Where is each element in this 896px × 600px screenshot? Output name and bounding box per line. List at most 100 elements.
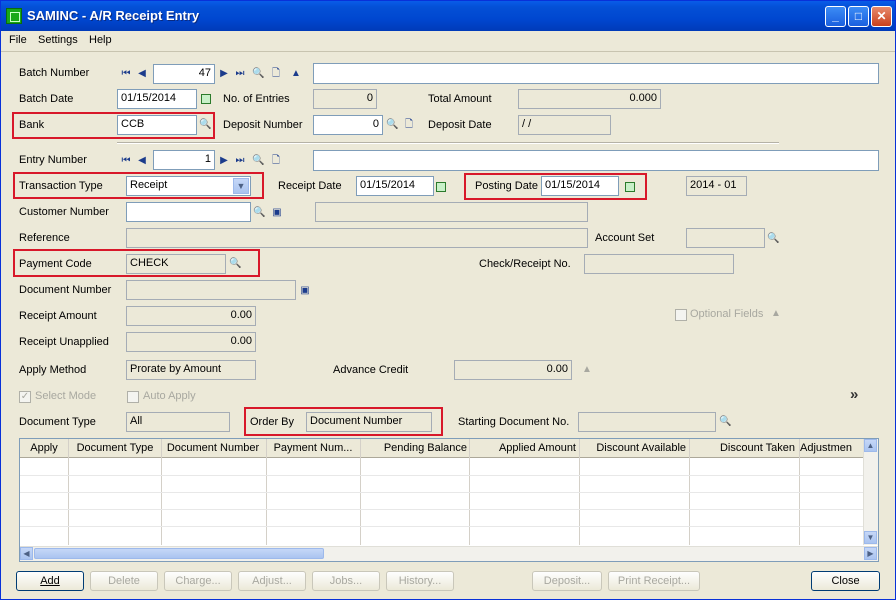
finder-icon[interactable]: 🔍 xyxy=(252,68,264,80)
batch-date-label: Batch Date xyxy=(19,93,74,105)
menu-settings[interactable]: Settings xyxy=(38,34,78,46)
advance-credit-label: Advance Credit xyxy=(333,364,409,376)
document-grid[interactable]: Apply Document Type Document Number Paym… xyxy=(19,438,879,562)
finder-icon[interactable]: 🔍 xyxy=(767,233,779,245)
previous-icon[interactable]: ◀ xyxy=(136,155,148,167)
finder-icon[interactable]: 🔍 xyxy=(719,416,731,428)
new-document-icon[interactable]: 🗋 xyxy=(270,68,282,80)
starting-document-field xyxy=(578,412,716,432)
receipt-amount-label: Receipt Amount xyxy=(19,310,97,322)
menu-bar: File Settings Help xyxy=(1,31,895,52)
horizontal-scrollbar[interactable]: ◀ ▶ xyxy=(20,546,878,561)
batch-description-field[interactable] xyxy=(313,63,879,84)
optional-fields-checkbox[interactable] xyxy=(675,309,687,321)
add-button[interactable]: Add xyxy=(16,571,84,591)
zoom-icon[interactable]: ▲ xyxy=(290,68,302,80)
last-icon[interactable]: ⏭ xyxy=(234,155,246,167)
add-button-label: Add xyxy=(40,575,60,587)
column-adjustment[interactable]: Adjustmen xyxy=(800,442,866,454)
scroll-left-icon[interactable]: ◀ xyxy=(20,547,33,560)
column-discount-taken[interactable]: Discount Taken xyxy=(690,442,795,454)
ar-receipt-entry-window: SAMINC - A/R Receipt Entry _ □ ✕ File Se… xyxy=(0,0,896,600)
adjust-button[interactable]: Adjust... xyxy=(238,571,306,591)
finder-icon[interactable]: 🔍 xyxy=(386,119,398,131)
batch-number-field[interactable]: 47 xyxy=(153,64,215,84)
entry-number-label: Entry Number xyxy=(19,154,87,166)
entry-description-field[interactable] xyxy=(313,150,879,171)
grid-header: Apply Document Type Document Number Paym… xyxy=(20,439,866,458)
maximize-icon[interactable]: □ xyxy=(848,6,869,27)
first-icon[interactable]: ⏮ xyxy=(120,68,132,80)
total-amount-field: 0.000 xyxy=(518,89,661,109)
document-number-label: Document Number xyxy=(19,284,112,296)
scroll-right-icon[interactable]: ▶ xyxy=(864,547,877,560)
column-document-type[interactable]: Document Type xyxy=(70,442,160,454)
document-type-label: Document Type xyxy=(19,416,96,428)
deposit-number-field[interactable]: 0 xyxy=(313,115,383,135)
column-apply[interactable]: Apply xyxy=(22,442,66,454)
more-options-icon[interactable]: » xyxy=(850,386,858,403)
delete-button[interactable]: Delete xyxy=(90,571,158,591)
zoom-icon[interactable]: ▲ xyxy=(581,364,593,376)
close-icon[interactable]: ✕ xyxy=(871,6,892,27)
calendar-icon[interactable] xyxy=(436,182,446,192)
check-receipt-label: Check/Receipt No. xyxy=(479,258,571,270)
new-document-icon[interactable]: 🗋 xyxy=(270,155,282,167)
column-payment-number[interactable]: Payment Num... xyxy=(267,442,359,454)
receipt-unapplied-field: 0.00 xyxy=(126,332,256,352)
order-by-highlight xyxy=(244,407,443,436)
scroll-up-icon[interactable]: ▲ xyxy=(864,439,877,452)
minimize-icon[interactable]: _ xyxy=(825,6,846,27)
close-button[interactable]: Close xyxy=(811,571,880,591)
vertical-scrollbar[interactable]: ▲ ▼ xyxy=(863,439,878,545)
check-receipt-field xyxy=(584,254,734,274)
account-set-label: Account Set xyxy=(595,232,655,244)
document-type-field: All xyxy=(126,412,230,432)
auto-apply-label: Auto Apply xyxy=(143,390,196,402)
next-icon[interactable]: ▶ xyxy=(218,155,230,167)
receipt-date-field[interactable]: 01/15/2014 xyxy=(356,176,434,196)
scroll-down-icon[interactable]: ▼ xyxy=(864,531,877,544)
auto-apply-checkbox[interactable] xyxy=(127,391,139,403)
select-mode-checkbox[interactable]: ✓ xyxy=(19,391,31,403)
zoom-icon[interactable]: ▲ xyxy=(770,308,782,320)
finder-icon[interactable]: 🔍 xyxy=(253,207,265,219)
print-receipt-button[interactable]: Print Receipt... xyxy=(608,571,700,591)
column-pending-balance[interactable]: Pending Balance xyxy=(361,442,467,454)
first-icon[interactable]: ⏮ xyxy=(120,155,132,167)
charge-button[interactable]: Charge... xyxy=(164,571,232,591)
finder-icon[interactable]: 🔍 xyxy=(252,155,264,167)
history-button[interactable]: History... xyxy=(386,571,454,591)
batch-date-field[interactable]: 01/15/2014 xyxy=(117,89,197,109)
deposit-button[interactable]: Deposit... xyxy=(532,571,602,591)
receipt-unapplied-label: Receipt Unapplied xyxy=(19,336,109,348)
column-document-number[interactable]: Document Number xyxy=(162,442,264,454)
starting-document-label: Starting Document No. xyxy=(458,416,570,428)
last-icon[interactable]: ⏭ xyxy=(234,68,246,80)
document-zoom-icon[interactable]: ▣ xyxy=(299,285,311,297)
grid-line xyxy=(20,492,866,493)
receipt-date-label: Receipt Date xyxy=(278,180,342,192)
customer-zoom-icon[interactable]: ▣ xyxy=(271,207,283,219)
apply-method-field: Prorate by Amount xyxy=(126,360,256,380)
period-field: 2014 - 01 xyxy=(686,176,747,196)
entries-label: No. of Entries xyxy=(223,93,290,105)
optional-fields-label: Optional Fields xyxy=(690,308,764,320)
column-discount-available[interactable]: Discount Available xyxy=(580,442,686,454)
calendar-icon[interactable] xyxy=(201,94,211,104)
jobs-button[interactable]: Jobs... xyxy=(312,571,380,591)
apply-method-label: Apply Method xyxy=(19,364,87,376)
new-document-icon[interactable]: 🗋 xyxy=(403,119,415,131)
customer-number-field[interactable] xyxy=(126,202,251,222)
grid-line xyxy=(20,509,866,510)
window-title: SAMINC - A/R Receipt Entry xyxy=(27,8,200,23)
account-set-field xyxy=(686,228,765,248)
scroll-thumb[interactable] xyxy=(34,548,324,559)
column-applied-amount[interactable]: Applied Amount xyxy=(470,442,576,454)
menu-help[interactable]: Help xyxy=(89,34,112,46)
deposit-date-label: Deposit Date xyxy=(428,119,492,131)
entry-number-field[interactable]: 1 xyxy=(153,150,215,170)
next-icon[interactable]: ▶ xyxy=(218,68,230,80)
previous-icon[interactable]: ◀ xyxy=(136,68,148,80)
menu-file[interactable]: File xyxy=(9,34,27,46)
